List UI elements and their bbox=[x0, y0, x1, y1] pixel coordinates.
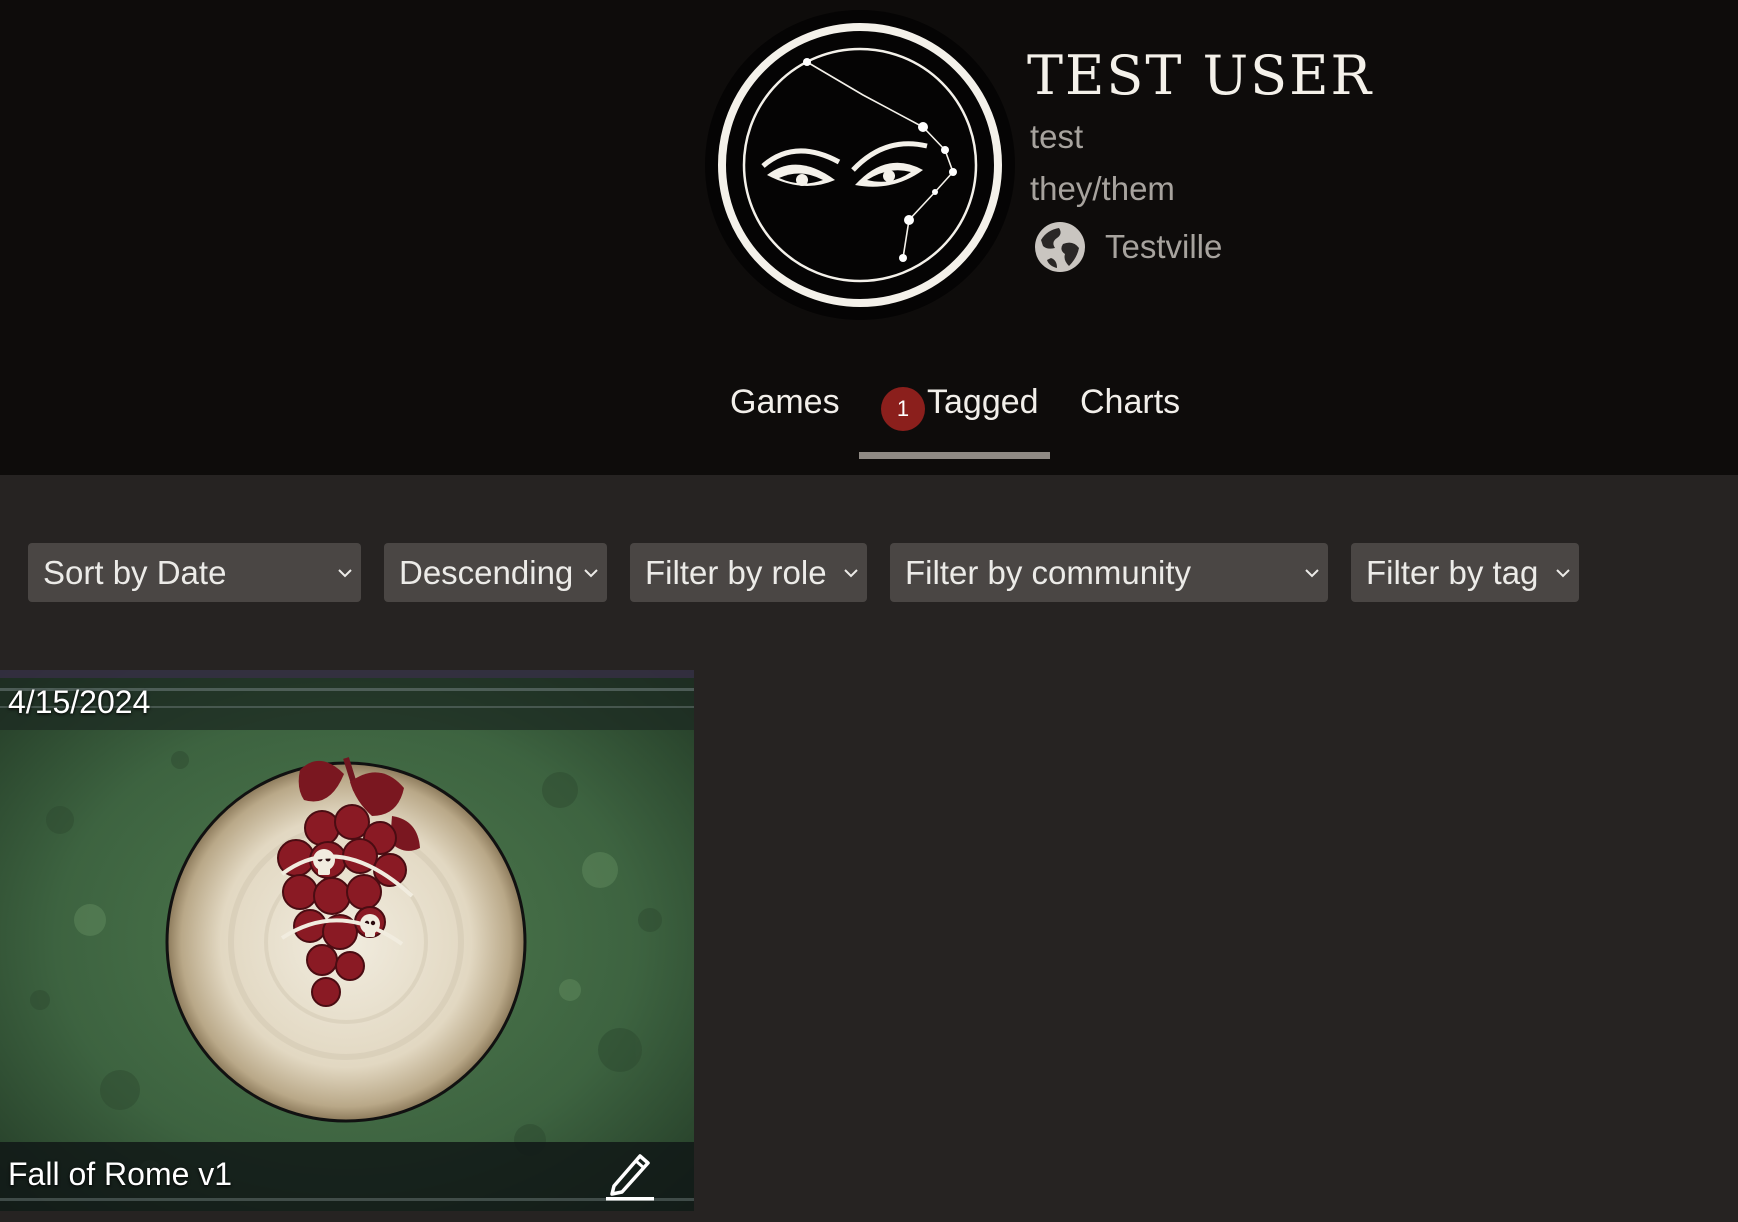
order-select-value: Descending bbox=[399, 553, 574, 591]
active-tab-indicator bbox=[859, 452, 1050, 459]
tagged-count-badge: 1 bbox=[881, 387, 925, 431]
tag-filter-select[interactable]: Filter by tag bbox=[1351, 543, 1579, 602]
tab-tagged[interactable]: Tagged bbox=[927, 383, 1039, 422]
profile-location: Testville bbox=[1033, 218, 1222, 276]
chevron-down-icon bbox=[1305, 568, 1319, 577]
profile-username: test bbox=[1030, 118, 1084, 155]
chevron-down-icon bbox=[584, 568, 598, 577]
game-card-artwork bbox=[0, 670, 694, 1211]
sort-select[interactable]: Sort by Date bbox=[28, 543, 361, 602]
game-title: Fall of Rome v1 bbox=[8, 1156, 233, 1192]
tag-filter-value: Filter by tag bbox=[1366, 553, 1539, 591]
location-text: Testville bbox=[1105, 228, 1223, 265]
tab-games[interactable]: Games bbox=[730, 383, 840, 422]
role-filter-value: Filter by role bbox=[645, 553, 827, 591]
community-filter-value: Filter by community bbox=[905, 553, 1192, 591]
tab-charts[interactable]: Charts bbox=[1080, 383, 1180, 422]
avatar bbox=[705, 10, 1015, 320]
profile-pronouns: they/them bbox=[1030, 170, 1175, 207]
globe-icon bbox=[1035, 222, 1085, 272]
game-card[interactable]: 4/15/2024 Fall of Rome v1 bbox=[0, 670, 694, 1211]
chevron-down-icon bbox=[1556, 568, 1570, 577]
order-select[interactable]: Descending bbox=[384, 543, 607, 602]
edit-game-button[interactable] bbox=[602, 1146, 658, 1202]
pencil-icon bbox=[606, 1154, 654, 1201]
chevron-down-icon bbox=[844, 568, 858, 577]
chevron-down-icon bbox=[338, 568, 352, 577]
game-date: 4/15/2024 bbox=[8, 684, 151, 720]
profile-display-name: TEST USER bbox=[1027, 44, 1374, 107]
profile-header: TEST USER test they/them Testville Games… bbox=[0, 0, 1738, 475]
sort-select-value: Sort by Date bbox=[43, 553, 227, 591]
role-filter-select[interactable]: Filter by role bbox=[630, 543, 867, 602]
community-filter-select[interactable]: Filter by community bbox=[890, 543, 1328, 602]
